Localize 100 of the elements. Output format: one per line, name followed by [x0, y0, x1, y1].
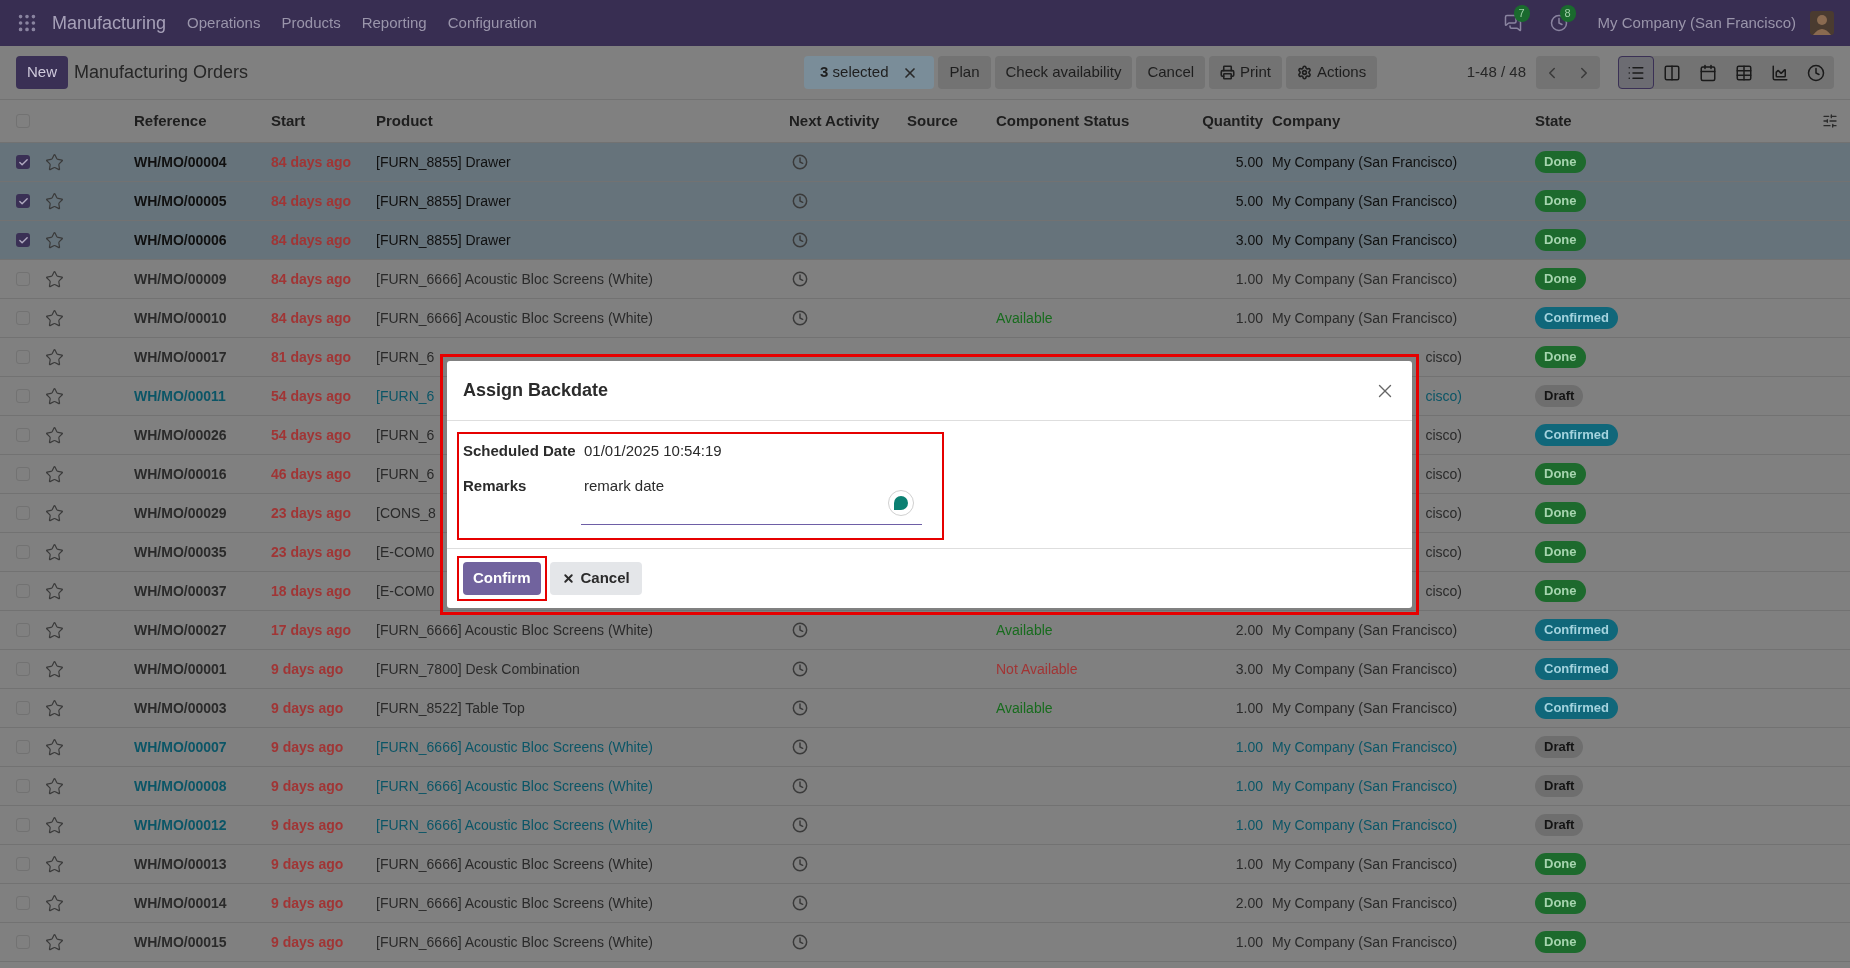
- quantity: 3.00: [1235, 231, 1263, 248]
- company: My Company (San Francisco): [1272, 231, 1458, 248]
- column-header[interactable]: Company: [1272, 111, 1341, 129]
- star-icon[interactable]: [45, 854, 64, 874]
- view-switch-button[interactable]: [1618, 56, 1654, 89]
- company: cisco): [1425, 504, 1462, 521]
- star-icon[interactable]: [45, 737, 64, 757]
- action-button[interactable]: Cancel: [1136, 56, 1206, 89]
- clock-icon[interactable]: [792, 154, 808, 170]
- clock-icon[interactable]: [792, 817, 808, 833]
- clock-icon[interactable]: [792, 271, 808, 287]
- reference: WH/MO/00017: [134, 348, 227, 365]
- component-status: Available: [996, 309, 1053, 326]
- star-icon[interactable]: [45, 191, 64, 211]
- date-field[interactable]: 01/01/2025 10:54:19: [581, 440, 722, 463]
- column-header[interactable]: Next Activity: [789, 111, 880, 129]
- column-header[interactable]: Component Status: [996, 111, 1130, 129]
- reference: WH/MO/00016: [134, 465, 227, 482]
- start-date: 9 days ago: [271, 777, 344, 794]
- action-button[interactable]: Check availability: [994, 56, 1133, 89]
- clock-icon[interactable]: [792, 310, 808, 326]
- column-header[interactable]: Quantity: [1202, 111, 1263, 129]
- clock-icon[interactable]: [792, 739, 808, 755]
- star-icon[interactable]: [45, 230, 64, 250]
- column-header[interactable]: Reference: [134, 111, 207, 129]
- reference: WH/MO/00035: [134, 543, 227, 560]
- clock-icon[interactable]: [792, 232, 808, 248]
- start-date: 9 days ago: [271, 933, 344, 950]
- clock-icon[interactable]: [792, 661, 808, 677]
- menu-item[interactable]: Configuration: [447, 11, 537, 35]
- star-icon[interactable]: [45, 347, 64, 367]
- action-button[interactable]: Plan: [938, 56, 991, 89]
- menu-item[interactable]: Reporting: [361, 11, 427, 35]
- clock-icon[interactable]: [792, 700, 808, 716]
- start-date: 9 days ago: [271, 660, 344, 677]
- state-badge: Done: [1535, 463, 1586, 485]
- product: [FURN_8855] Drawer: [376, 231, 511, 248]
- star-icon[interactable]: [45, 425, 64, 445]
- cancel-button[interactable]: Cancel: [549, 562, 642, 595]
- start-date: 9 days ago: [271, 894, 344, 911]
- start-date: 23 days ago: [271, 543, 352, 560]
- action-button[interactable]: Print: [1209, 56, 1282, 89]
- start-date: 17 days ago: [271, 621, 352, 638]
- star-icon[interactable]: [45, 464, 64, 484]
- star-icon[interactable]: [45, 503, 64, 523]
- star-icon[interactable]: [45, 386, 64, 406]
- row-checkbox[interactable]: [16, 155, 30, 169]
- star-icon[interactable]: [45, 659, 64, 679]
- product: [FURN_8522] Table Top: [376, 699, 525, 716]
- star-icon[interactable]: [45, 932, 64, 952]
- star-icon[interactable]: [45, 152, 64, 172]
- field-label: Scheduled Date: [463, 441, 577, 461]
- company: My Company (San Francisco): [1272, 816, 1458, 833]
- star-icon[interactable]: [45, 776, 64, 796]
- reference: WH/MO/00001: [134, 660, 227, 677]
- clock-icon[interactable]: [792, 622, 808, 638]
- product: [FURN_7800] Desk Combination: [376, 660, 580, 677]
- reference: WH/MO/00012: [134, 816, 227, 833]
- action-button[interactable]: Actions: [1285, 56, 1378, 89]
- avatar[interactable]: [1810, 11, 1834, 35]
- clock-icon[interactable]: [792, 778, 808, 794]
- quantity: 1.00: [1235, 933, 1263, 950]
- column-header[interactable]: State: [1535, 111, 1572, 129]
- product: [FURN_6: [376, 387, 435, 404]
- company-switcher[interactable]: My Company (San Francisco): [1597, 11, 1796, 35]
- star-icon[interactable]: [45, 269, 64, 289]
- star-icon[interactable]: [45, 581, 64, 601]
- chart-icon: [1771, 63, 1789, 82]
- chat-bubble-icon[interactable]: [888, 490, 914, 516]
- quantity: 5.00: [1235, 192, 1263, 209]
- row-checkbox[interactable]: [16, 233, 30, 247]
- column-header[interactable]: Start: [271, 111, 306, 129]
- column-header[interactable]: Source: [907, 111, 958, 129]
- settings-icon[interactable]: [1822, 113, 1838, 129]
- reference: WH/MO/00029: [134, 504, 227, 521]
- menu-item[interactable]: Operations: [187, 11, 261, 35]
- clock-icon[interactable]: [792, 856, 808, 872]
- star-icon[interactable]: [45, 542, 64, 562]
- star-icon[interactable]: [45, 308, 64, 328]
- product: [FURN_6666] Acoustic Bloc Screens (White): [376, 738, 653, 755]
- clock-icon[interactable]: [792, 193, 808, 209]
- star-icon[interactable]: [45, 815, 64, 835]
- remarks-field[interactable]: remark date: [581, 474, 922, 525]
- column-header[interactable]: Product: [376, 111, 433, 129]
- product: [FURN_6666] Acoustic Bloc Screens (White): [376, 621, 653, 638]
- clock-icon[interactable]: [792, 895, 808, 911]
- star-icon[interactable]: [45, 893, 64, 913]
- company: cisco): [1425, 543, 1462, 560]
- reference: WH/MO/00026: [134, 426, 227, 443]
- star-icon[interactable]: [45, 698, 64, 718]
- new-button[interactable]: New: [16, 56, 68, 89]
- clock-icon[interactable]: [792, 934, 808, 950]
- company: My Company (San Francisco): [1272, 660, 1458, 677]
- menu-item[interactable]: Products: [281, 11, 341, 35]
- app-name[interactable]: Manufacturing: [52, 9, 167, 37]
- state-badge: Draft: [1535, 814, 1584, 836]
- star-icon[interactable]: [45, 620, 64, 640]
- confirm-button[interactable]: Confirm: [463, 562, 541, 595]
- row-checkbox[interactable]: [16, 194, 30, 208]
- apps-menu-icon[interactable]: [16, 12, 38, 34]
